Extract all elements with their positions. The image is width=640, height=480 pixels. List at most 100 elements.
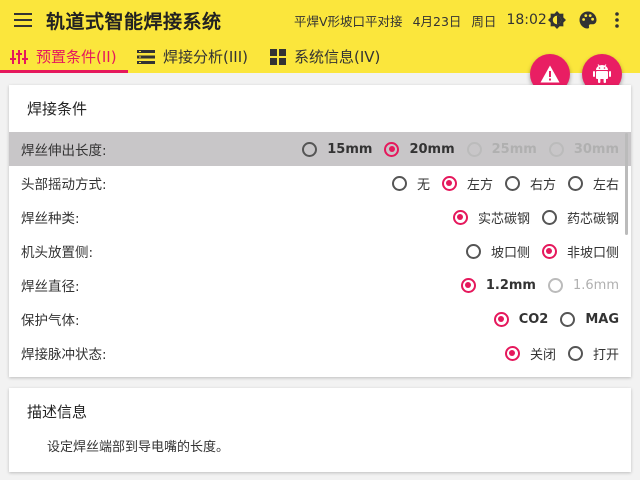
radio-label: 无 [416,177,430,193]
radio-option[interactable]: 15mm [302,141,373,157]
radio-checked-icon[interactable] [441,175,457,191]
list-icon [137,49,155,64]
radio-unchecked-icon[interactable] [560,311,576,327]
radio-option: 30mm [548,141,619,157]
description-text: 设定焊丝端部到导电嘴的长度。 [47,440,230,455]
radio-label: 坡口侧 [490,245,530,261]
radio-unchecked-icon[interactable] [465,243,481,259]
android-icon [593,64,611,83]
radio-unchecked-icon[interactable] [391,175,407,191]
radio-label: CO2 [518,311,549,327]
radio-label: 打开 [592,347,619,363]
radio-option[interactable]: 无 [391,174,430,193]
radio-label: 30mm [573,141,619,157]
radio-unchecked-icon [547,277,563,293]
radio-label: 1.2mm [485,277,536,293]
condition-label: 保护气体: [21,313,80,329]
condition-row[interactable]: 焊接脉冲状态: 关闭 打开 [9,336,631,370]
menu-icon[interactable] [14,13,32,27]
grid-icon [270,48,286,65]
tab-preset-conditions[interactable]: 预置条件(II) [10,40,117,73]
tab-label: 预置条件(II) [36,48,117,66]
status-info: 平焊V形坡口平对接 4月23日 周日 18:02 [294,0,547,40]
condition-label: 机头放置侧: [21,245,94,261]
radio-option[interactable]: 关闭 [504,344,556,363]
radio-option: 1.6mm [547,277,619,293]
radio-unchecked-icon[interactable] [504,175,520,191]
radio-unchecked-icon[interactable] [302,141,318,157]
brightness-icon[interactable] [547,10,567,30]
radio-checked-icon[interactable] [504,345,520,361]
radio-label: MAG [585,311,619,327]
condition-label: 焊丝直径: [21,279,80,295]
radio-checked-icon[interactable] [452,209,468,225]
radio-option[interactable]: 非坡口侧 [541,242,619,261]
radio-checked-icon[interactable] [384,141,400,157]
radio-label: 非坡口侧 [566,245,619,261]
radio-label: 右方 [529,177,556,193]
tab-weld-analysis[interactable]: 焊接分析(III) [137,40,248,73]
time-label: 18:02 [506,12,547,28]
radio-group: 关闭 打开 [504,336,619,370]
condition-label: 焊丝种类: [21,211,80,227]
radio-option[interactable]: 实芯碳钢 [452,208,530,227]
radio-option[interactable]: 打开 [567,344,619,363]
radio-label: 左方 [466,177,493,193]
radio-group: 无 左方 右方 左右 [391,166,619,200]
scrollbar[interactable] [625,133,628,235]
weld-conditions-card: 焊接条件 焊丝伸出长度: 15mm 20mm 25mm 30mm 头部摇动方式: 无 左方 右方… [9,85,631,377]
radio-option[interactable]: 20mm [384,141,455,157]
palette-icon[interactable] [578,10,598,30]
card-title: 描述信息 [27,403,88,421]
tab-label: 焊接分析(III) [163,48,248,66]
radio-label: 实芯碳钢 [477,211,530,227]
tab-label: 系统信息(IV) [294,48,381,66]
condition-row[interactable]: 保护气体: CO2 MAG [9,302,631,336]
radio-option[interactable]: 1.2mm [460,277,536,293]
radio-option[interactable]: CO2 [493,311,549,327]
more-vert-icon[interactable] [607,10,627,30]
radio-group: 15mm 20mm 25mm 30mm [302,132,619,166]
radio-option: 25mm [466,141,537,157]
weld-type-label: 平焊V形坡口平对接 [294,13,403,29]
radio-unchecked-icon[interactable] [567,175,583,191]
radio-option[interactable]: 左右 [567,174,619,193]
radio-label: 关闭 [529,347,556,363]
app-title: 轨道式智能焊接系统 [46,10,222,33]
radio-label: 药芯碳钢 [566,211,619,227]
date-label: 4月23日 [412,13,462,29]
radio-label: 1.6mm [572,277,619,293]
radio-unchecked-icon[interactable] [567,345,583,361]
radio-option[interactable]: 坡口侧 [465,242,530,261]
radio-group: 坡口侧 非坡口侧 [465,234,619,268]
active-tab-indicator [0,70,128,73]
condition-row[interactable]: 焊丝直径: 1.2mm 1.6mm [9,268,631,302]
radio-unchecked-icon [548,141,564,157]
radio-option[interactable]: 左方 [441,174,493,193]
radio-unchecked-icon [466,141,482,157]
condition-label: 焊丝伸出长度: [21,143,107,159]
app-bar: 轨道式智能焊接系统 平焊V形坡口平对接 4月23日 周日 18:02 [0,0,640,40]
radio-checked-icon[interactable] [541,243,557,259]
radio-group: 1.2mm 1.6mm [460,268,619,302]
radio-label: 左右 [592,177,619,193]
condition-label: 焊接脉冲状态: [21,347,107,363]
condition-label: 头部摇动方式: [21,177,107,193]
radio-group: 实芯碳钢 药芯碳钢 [452,200,619,234]
condition-row[interactable]: 焊丝种类: 实芯碳钢 药芯碳钢 [9,200,631,234]
radio-unchecked-icon[interactable] [541,209,557,225]
condition-row[interactable]: 机头放置侧: 坡口侧 非坡口侧 [9,234,631,268]
radio-checked-icon[interactable] [493,311,509,327]
tab-system-info[interactable]: 系统信息(IV) [270,40,380,73]
radio-group: CO2 MAG [493,302,619,336]
condition-row[interactable]: 焊丝伸出长度: 15mm 20mm 25mm 30mm [9,132,631,166]
weekday-label: 周日 [471,13,497,29]
radio-label: 15mm [327,141,373,157]
condition-row[interactable]: 头部摇动方式: 无 左方 右方 左右 [9,166,631,200]
radio-option[interactable]: 药芯碳钢 [541,208,619,227]
radio-option[interactable]: MAG [560,311,619,327]
card-title: 焊接条件 [27,100,88,118]
radio-option[interactable]: 右方 [504,174,556,193]
radio-checked-icon[interactable] [460,277,476,293]
radio-label: 20mm [409,141,455,157]
